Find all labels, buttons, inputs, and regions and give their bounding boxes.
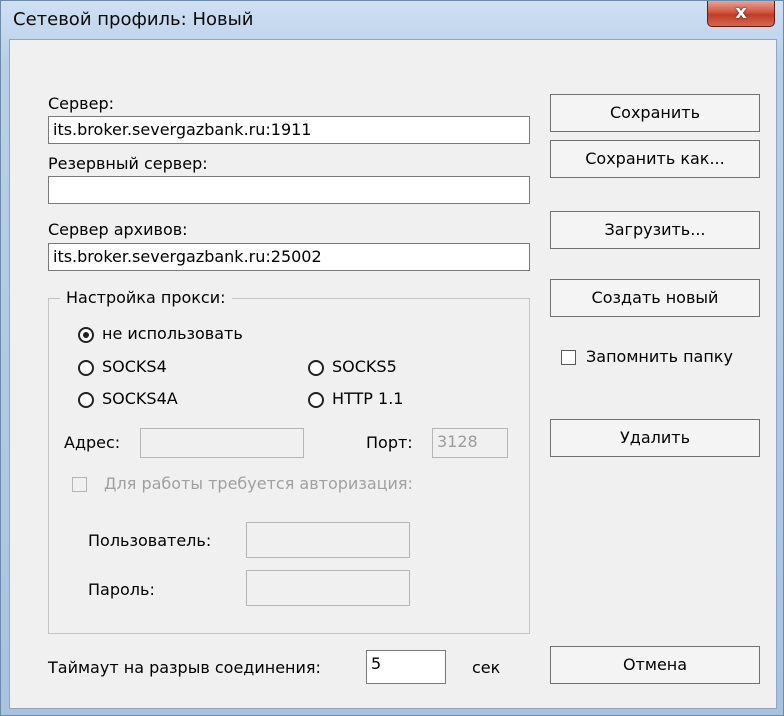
radio-no-proxy[interactable] bbox=[78, 327, 94, 343]
proxy-password-label: Пароль: bbox=[88, 580, 155, 599]
cancel-button[interactable]: Отмена bbox=[550, 646, 760, 684]
window-title: Сетевой профиль: Новый bbox=[13, 9, 254, 30]
timeout-input[interactable]: 5 bbox=[366, 650, 446, 684]
radio-http11-label[interactable]: HTTP 1.1 bbox=[332, 389, 403, 408]
proxy-user-input[interactable] bbox=[246, 522, 410, 558]
proxy-port-input[interactable]: 3128 bbox=[432, 428, 508, 458]
auth-required-label[interactable]: Для работы требуется авторизация: bbox=[104, 474, 413, 493]
archive-server-label: Сервер архивов: bbox=[48, 220, 188, 239]
auth-required-checkbox[interactable] bbox=[72, 477, 87, 492]
radio-socks4a[interactable] bbox=[78, 392, 94, 408]
proxy-address-label: Адрес: bbox=[64, 433, 121, 452]
radio-socks4-label[interactable]: SOCKS4 bbox=[102, 357, 167, 376]
radio-socks5[interactable] bbox=[308, 360, 324, 376]
dialog-body: Сервер: its.broker.severgazbank.ru:1911 … bbox=[9, 39, 777, 709]
timeout-unit-label: сек bbox=[472, 658, 501, 677]
radio-no-proxy-label[interactable]: не использовать bbox=[102, 324, 243, 343]
archive-server-input[interactable]: its.broker.severgazbank.ru:25002 bbox=[48, 243, 530, 271]
radio-socks4a-label[interactable]: SOCKS4A bbox=[102, 389, 178, 408]
proxy-password-input[interactable] bbox=[246, 570, 410, 606]
proxy-port-label: Порт: bbox=[366, 433, 413, 452]
proxy-address-input[interactable] bbox=[140, 428, 304, 458]
load-button[interactable]: Загрузить... bbox=[550, 211, 760, 249]
radio-socks4[interactable] bbox=[78, 360, 94, 376]
dialog-window: Сетевой профиль: Новый x Сервер: its.bro… bbox=[0, 0, 784, 716]
remember-folder-label[interactable]: Запомнить папку bbox=[586, 347, 733, 366]
create-new-button[interactable]: Создать новый bbox=[550, 279, 760, 317]
close-icon: x bbox=[735, 2, 747, 23]
proxy-user-label: Пользователь: bbox=[88, 531, 212, 550]
timeout-label: Таймаут на разрыв соединения: bbox=[48, 658, 321, 677]
radio-http11[interactable] bbox=[308, 392, 324, 408]
server-input[interactable]: its.broker.severgazbank.ru:1911 bbox=[48, 116, 530, 144]
proxy-group-title: Настройка прокси: bbox=[60, 288, 232, 307]
close-button[interactable]: x bbox=[707, 1, 775, 27]
backup-server-label: Резервный сервер: bbox=[48, 154, 208, 173]
server-label: Сервер: bbox=[48, 94, 114, 113]
backup-server-input[interactable] bbox=[48, 176, 530, 204]
save-button[interactable]: Сохранить bbox=[550, 94, 760, 132]
delete-button[interactable]: Удалить bbox=[550, 419, 760, 457]
save-as-button[interactable]: Сохранить как... bbox=[550, 140, 760, 178]
remember-folder-checkbox[interactable] bbox=[561, 350, 576, 365]
title-bar[interactable]: Сетевой профиль: Новый x bbox=[1, 1, 783, 37]
radio-socks5-label[interactable]: SOCKS5 bbox=[332, 357, 397, 376]
